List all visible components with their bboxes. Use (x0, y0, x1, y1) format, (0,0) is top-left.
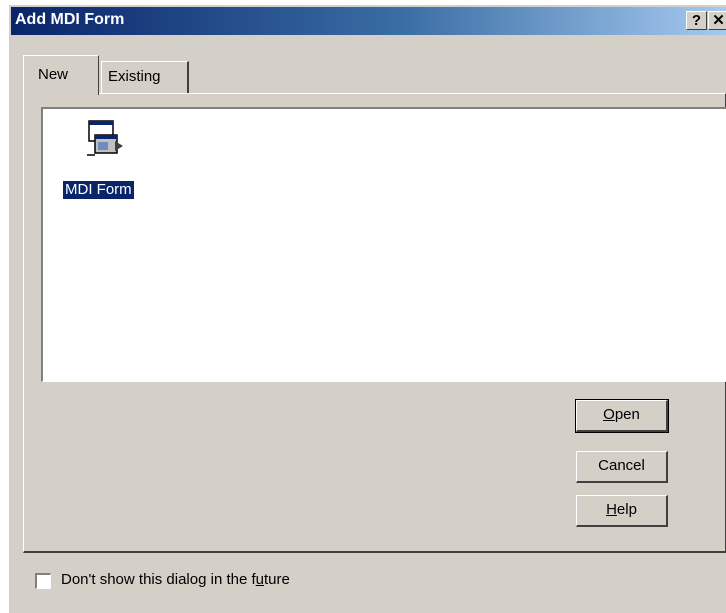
dont-show-label[interactable]: Don't show this dialog in the future (61, 571, 290, 588)
dont-show-checkbox[interactable] (35, 573, 51, 589)
question-icon: ? (691, 12, 702, 29)
dont-show-mnemonic: u (255, 571, 264, 588)
dont-show-label-pre: Don't show this dialog in the f (61, 571, 256, 588)
dont-show-label-post: ture (264, 571, 290, 588)
window-title: Add MDI Form (15, 11, 125, 28)
close-button[interactable]: ✕ (708, 11, 726, 30)
close-icon: ✕ (712, 12, 725, 29)
list-item-label: MDI Form (62, 180, 135, 200)
tab-existing-label: Existing (108, 68, 161, 85)
help-mnemonic: H (606, 501, 617, 518)
list-item-mdi-form[interactable]: MDI Form (61, 119, 151, 200)
help-button[interactable]: Help (576, 495, 668, 527)
tab-new[interactable]: New (23, 55, 99, 95)
open-label-rest: pen (614, 406, 640, 423)
template-list[interactable]: MDI Form (41, 107, 726, 382)
open-mnemonic: O (603, 406, 615, 423)
open-button[interactable]: Open (575, 399, 669, 433)
title-bar[interactable]: Add MDI Form ? ✕ (11, 7, 726, 35)
help-label-rest: elp (616, 501, 637, 518)
cancel-label: Cancel (598, 457, 645, 474)
mdi-form-icon (87, 120, 123, 156)
cancel-button[interactable]: Cancel (576, 451, 668, 483)
add-mdi-form-dialog: Add MDI Form ? ✕ New Existing MDI Form O… (8, 4, 726, 613)
tab-existing[interactable]: Existing (101, 61, 189, 93)
help-title-button[interactable]: ? (686, 11, 707, 30)
tab-new-label: New (38, 66, 69, 83)
